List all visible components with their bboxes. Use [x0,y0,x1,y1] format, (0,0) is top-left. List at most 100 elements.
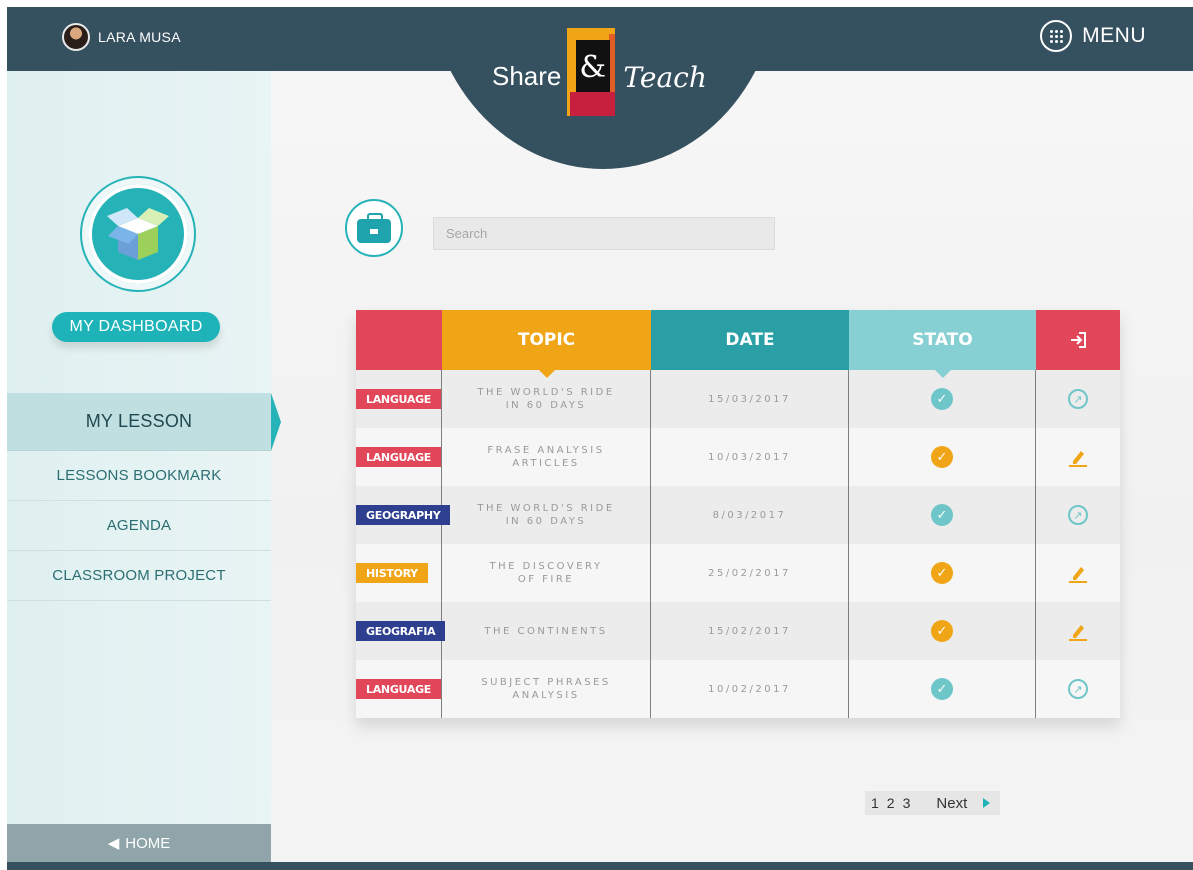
lessons-table: TOPIC DATE STATO LANGUAGE THE WORLD'S RID… [356,310,1120,718]
subject-tag: GEOGRAPHY [356,505,451,525]
open-lesson-icon[interactable]: ↗ [1067,504,1089,526]
next-label: Next [936,794,968,812]
status-cell: ✓ [849,602,1036,660]
topic-cell: THE WORLD'S RIDE IN 60 DAYS [442,370,651,428]
subject-tag: LANGUAGE [356,679,442,699]
date-cell: 15/02/2017 [651,602,849,660]
open-lesson-icon[interactable]: ↗ [1067,678,1089,700]
home-label: HOME [125,834,171,852]
table-row[interactable]: LANGUAGE THE WORLD'S RIDE IN 60 DAYS 15/03… [356,370,1120,428]
table-row[interactable]: GEOGRAPHY THE WORLD'S RIDE IN 60 DAYS 8/03… [356,486,1120,544]
date-text: 10/03/2017 [708,451,791,463]
date-cell: 8/03/2017 [651,486,849,544]
date-text: 25/02/2017 [708,567,791,579]
status-check-icon: ✓ [931,620,953,642]
header-topic[interactable]: TOPIC [442,310,651,378]
page-link[interactable]: 1 [871,795,879,811]
my-dashboard-button[interactable]: MY DASHBOARD [52,312,220,342]
date-cell: 25/02/2017 [651,544,849,602]
bottom-bar [7,862,1193,870]
page-list: 123 [865,791,917,815]
page-link[interactable]: 3 [903,795,911,811]
header-stato[interactable]: STATO [849,310,1036,378]
subject-cell: GEOGRAFIA [356,602,446,660]
briefcase-icon [357,213,391,243]
table-row[interactable]: GEOGRAFIA THE CONTINENTS 15/02/2017 ✓ [356,602,1120,660]
table-header: TOPIC DATE STATO [356,310,1120,378]
date-text: 8/03/2017 [712,509,787,521]
caret-left-icon: ◀ [107,835,120,852]
topic-text: THE WORLD'S RIDE IN 60 DAYS [477,503,615,527]
enter-icon[interactable] [1036,310,1120,370]
edit-pencil-icon[interactable] [1067,562,1089,584]
table-row[interactable]: LANGUAGE FRASE ANALYSIS ARTICLES 10/03/201… [356,428,1120,486]
date-text: 10/02/2017 [708,683,791,695]
status-check-icon: ✓ [931,504,953,526]
sidebar-item-lessons-bookmark[interactable]: LESSONS BOOKMARK [7,451,271,501]
subject-cell: LANGUAGE [356,428,442,486]
edit-pencil-icon[interactable] [1067,620,1089,642]
open-box-icon [107,208,169,260]
subject-cell: LANGUAGE [356,660,442,718]
share-teach-logo[interactable]: Share & Teach [492,27,707,117]
status-cell: ✓ [849,660,1036,718]
logo-ampersand: & [579,50,607,85]
action-cell [1036,544,1120,602]
subject-tag: LANGUAGE [356,447,442,467]
subject-cell: HISTORY [356,544,442,602]
subject-tag: LANGUAGE [356,389,442,409]
logo-text-teach: Teach [623,60,707,94]
user-profile[interactable]: LARA MUSA [62,23,181,51]
status-cell: ✓ [849,544,1036,602]
header-date[interactable]: DATE [651,310,849,370]
date-cell: 10/03/2017 [651,428,849,486]
home-button[interactable]: ◀ HOME [7,824,271,862]
topic-text: THE DISCOVERY OF FIRE [489,561,603,585]
header-subject [356,310,442,370]
pagination: 123 Next [865,791,1001,815]
action-cell [1036,602,1120,660]
date-cell: 10/02/2017 [651,660,849,718]
subject-cell: GEOGRAPHY [356,486,451,544]
menu-label: MENU [1082,24,1146,47]
topic-text: SUBJECT PHRASES ANALYSIS [481,677,611,701]
subject-cell: LANGUAGE [356,370,442,428]
table-row[interactable]: HISTORY THE DISCOVERY OF FIRE 25/02/2017 ✓ [356,544,1120,602]
search-input[interactable] [433,217,775,250]
topic-text: THE WORLD'S RIDE IN 60 DAYS [477,387,615,411]
sidebar-nav: MY LESSON LESSONS BOOKMARK AGENDA CLASSR… [7,393,281,601]
topic-cell: SUBJECT PHRASES ANALYSIS [442,660,651,718]
action-cell: ↗ [1036,370,1120,428]
arrow-right-icon [983,798,991,808]
status-check-icon: ✓ [931,388,953,410]
next-page-button[interactable]: Next [916,791,1001,815]
edit-pencil-icon[interactable] [1067,446,1089,468]
app-frame: LARA MUSA MENU Share & Teach MY DASHBOAR… [7,7,1193,870]
briefcase-button[interactable] [345,199,403,257]
table-body: LANGUAGE THE WORLD'S RIDE IN 60 DAYS 15/03… [356,370,1120,718]
dashboard-emblem[interactable] [80,176,196,292]
date-text: 15/03/2017 [708,393,791,405]
status-cell: ✓ [849,370,1036,428]
topic-cell: THE DISCOVERY OF FIRE [442,544,651,602]
sidebar-item-my-lesson[interactable]: MY LESSON [7,393,281,451]
topic-text: FRASE ANALYSIS ARTICLES [487,445,605,469]
open-lesson-icon[interactable]: ↗ [1067,388,1089,410]
subject-tag: GEOGRAFIA [356,621,446,641]
subject-tag: HISTORY [356,563,428,583]
action-cell [1036,428,1120,486]
page-link[interactable]: 2 [887,795,895,811]
status-cell: ✓ [849,486,1036,544]
avatar[interactable] [62,23,90,51]
topic-cell: THE WORLD'S RIDE IN 60 DAYS [442,486,651,544]
status-check-icon: ✓ [931,446,953,468]
menu-button[interactable]: MENU [1040,20,1146,52]
topic-text: THE CONTINENTS [484,625,608,637]
grid-dots-icon [1040,20,1073,52]
sidebar: MY DASHBOARD MY LESSON LESSONS BOOKMARK … [7,71,281,870]
sidebar-item-classroom-project[interactable]: CLASSROOM PROJECT [7,551,271,601]
user-name: LARA MUSA [98,29,181,45]
date-cell: 15/03/2017 [651,370,849,428]
table-row[interactable]: LANGUAGE SUBJECT PHRASES ANALYSIS 10/02/20… [356,660,1120,718]
sidebar-item-agenda[interactable]: AGENDA [7,501,271,551]
